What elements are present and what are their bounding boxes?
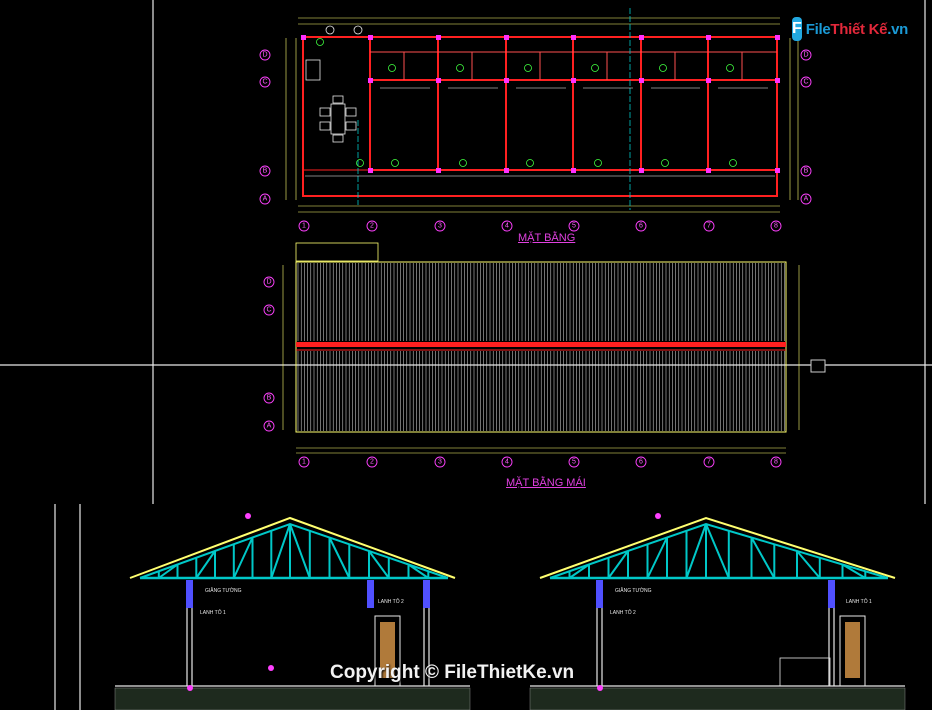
logo-suffix: .vn	[887, 20, 908, 38]
roof-plan	[263, 242, 800, 468]
viewport-frames	[0, 0, 932, 710]
floor-plan	[259, 8, 812, 232]
logo-icon: F	[792, 17, 802, 41]
logo-name: Thiết Kế	[830, 20, 888, 38]
cad-drawing-canvas	[0, 0, 932, 710]
site-logo[interactable]: F FileThiết Kế.vn	[792, 14, 908, 44]
roof-plan-title: MẶT BẰNG MÁI	[506, 477, 586, 489]
section-right	[529, 513, 906, 710]
floor-plan-title: MẶT BẰNG	[518, 232, 576, 244]
logo-prefix: File	[805, 20, 831, 38]
copyright-watermark: Copyright © FileThietKe.vn	[330, 662, 575, 683]
